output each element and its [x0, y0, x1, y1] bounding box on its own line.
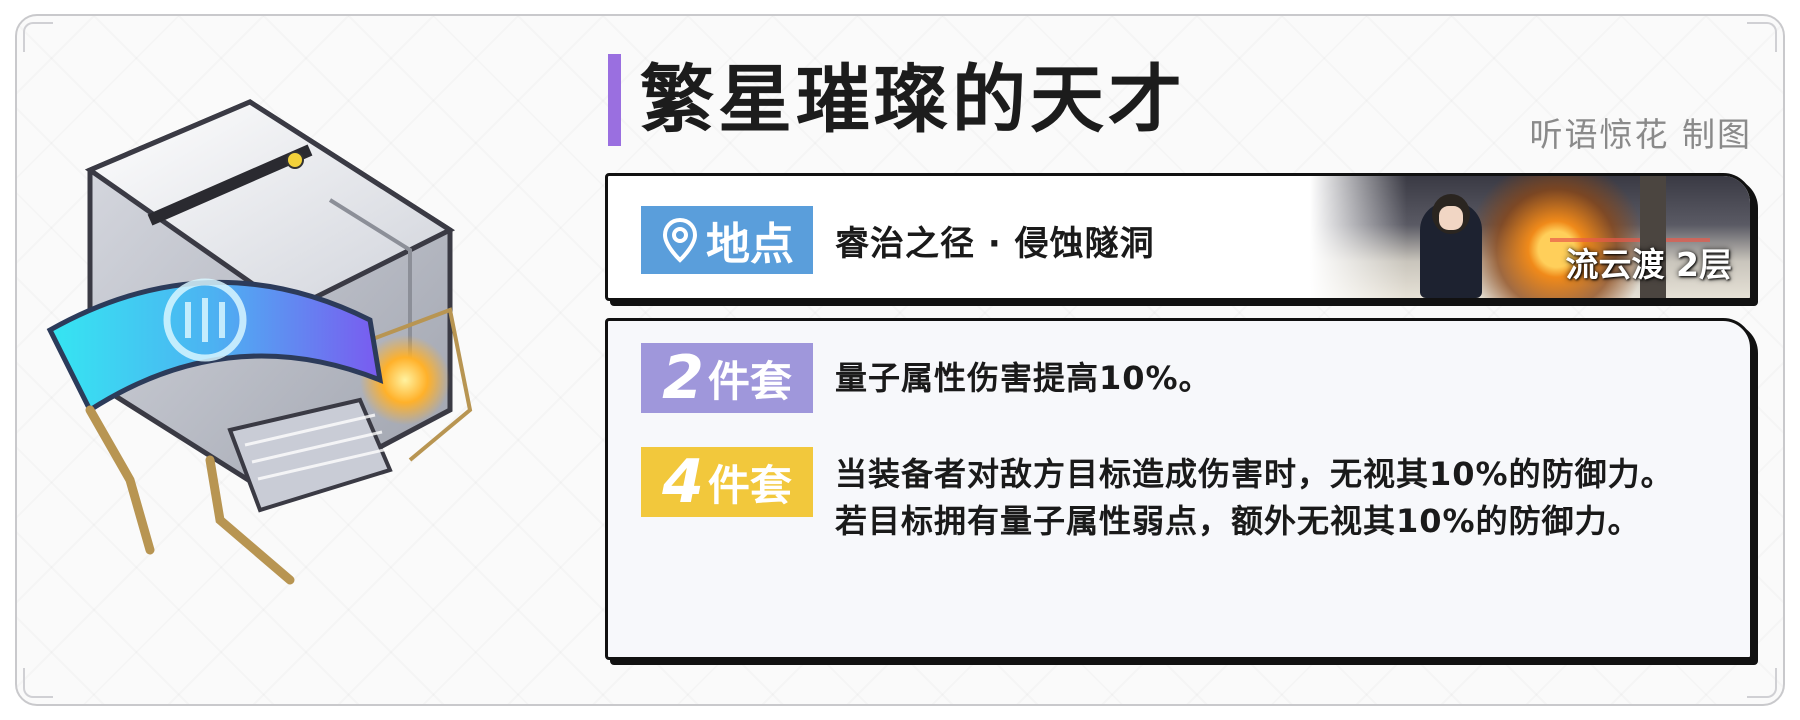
- set-effects-panel: 2 件套 量子属性伤害提高10%。 4 件套 当装备者对敌方目标造成伤害时，无视…: [605, 318, 1753, 660]
- set-count: 4: [662, 447, 704, 517]
- set-label: 件套: [707, 356, 792, 406]
- title-accent-bar: [608, 54, 621, 146]
- set-effect-4pc: 当装备者对敌方目标造成伤害时，无视其10%的防御力。 若目标拥有量子属性弱点，额…: [835, 451, 1674, 545]
- frame-corner: [1747, 668, 1777, 698]
- set-effect-2pc: 量子属性伤害提高10%。: [835, 355, 1212, 402]
- author-credit: 听语惊花 制图: [1529, 115, 1752, 154]
- effect-line: 若目标拥有量子属性弱点，额外无视其10%的防御力。: [835, 502, 1641, 540]
- effect-line: 量子属性伤害提高10%。: [835, 359, 1212, 397]
- relic-set-title: 繁星璀璨的天才: [640, 57, 1186, 143]
- set-label: 件套: [707, 460, 792, 510]
- map-pin-icon: [662, 217, 698, 263]
- frame-corner: [23, 22, 53, 52]
- set-tag-4pc: 4 件套: [641, 447, 813, 517]
- location-tag: 地点: [641, 206, 813, 274]
- frame-corner: [23, 668, 53, 698]
- character-face: [1439, 206, 1463, 230]
- location-scene-image: 流云渡 2层: [1310, 176, 1750, 298]
- location-tag-label: 地点: [706, 219, 794, 270]
- frame-corner: [1747, 22, 1777, 52]
- set-tag-2pc: 2 件套: [641, 343, 813, 413]
- location-name: 睿治之径 · 侵蚀隧洞: [835, 224, 1155, 264]
- effect-line: 当装备者对敌方目标造成伤害时，无视其10%的防御力。: [835, 455, 1674, 493]
- location-floor-label: 流云渡 2层: [1565, 245, 1732, 284]
- set-count: 2: [662, 343, 704, 413]
- relic-illustration: [46, 99, 473, 585]
- location-panel: 地点 睿治之径 · 侵蚀隧洞 流云渡 2层: [605, 173, 1753, 301]
